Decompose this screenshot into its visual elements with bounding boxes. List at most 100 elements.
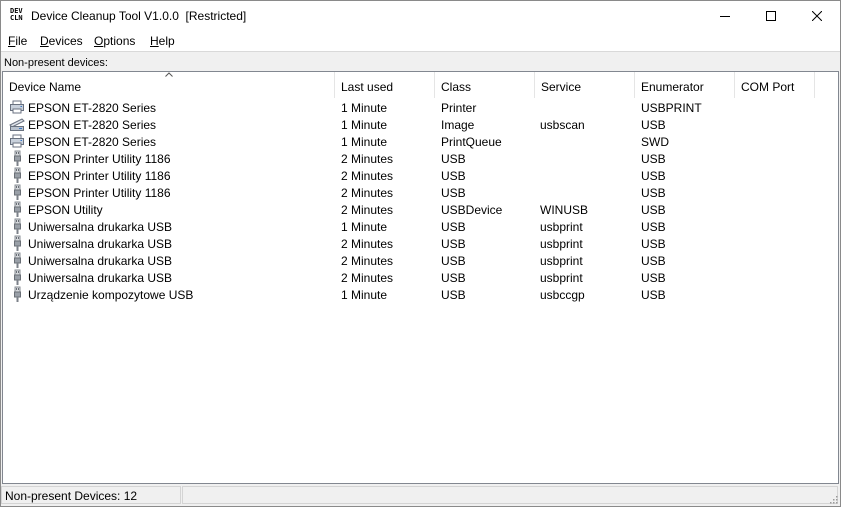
last-used-cell: 2 Minutes bbox=[341, 254, 394, 268]
menu-bar: File Devices Options Help bbox=[1, 31, 840, 52]
last-used-cell: 1 Minute bbox=[341, 135, 388, 149]
table-row[interactable]: Urządzenie kompozytowe USB 1 Minute USB usb… bbox=[3, 286, 838, 303]
last-used-cell: 2 Minutes bbox=[341, 186, 394, 200]
table-row[interactable]: EPSON ET-2820 Series 1 Minute Image usbscan… bbox=[3, 116, 838, 133]
last-used-cell: 1 Minute bbox=[341, 288, 388, 302]
enumerator-cell: USB bbox=[641, 220, 666, 234]
class-cell: USB bbox=[441, 254, 466, 268]
device-name-cell: EPSON ET-2820 Series bbox=[28, 135, 157, 149]
status-pane-count: Non-present Devices: 12 bbox=[1, 486, 181, 504]
minimize-button[interactable] bbox=[702, 1, 748, 31]
section-label: Non-present devices: bbox=[4, 57, 108, 69]
device-name-cell: EPSON Printer Utility 1186 bbox=[28, 186, 171, 200]
service-cell: usbprint bbox=[540, 237, 583, 251]
minimize-icon bbox=[720, 16, 730, 17]
table-row[interactable]: Uniwersalna drukarka USB 2 Minutes USB usbp… bbox=[3, 252, 838, 269]
table-row[interactable]: Uniwersalna drukarka USB 1 Minute USB usbpr… bbox=[3, 218, 838, 235]
column-header-last-used[interactable]: Last used bbox=[335, 72, 435, 98]
enumerator-cell: USB bbox=[641, 203, 666, 217]
enumerator-cell: USB bbox=[641, 271, 666, 285]
service-cell: usbccgp bbox=[540, 288, 585, 302]
device-list[interactable]: Device Name Last used Class Service Enum… bbox=[2, 71, 839, 484]
service-cell: WINUSB bbox=[540, 203, 588, 217]
usb-plug-icon bbox=[9, 235, 25, 251]
class-cell: USB bbox=[441, 152, 466, 166]
usb-plug-icon bbox=[9, 218, 25, 234]
class-cell: PrintQueue bbox=[441, 135, 502, 149]
class-cell: USB bbox=[441, 271, 466, 285]
menu-devices[interactable]: Devices bbox=[40, 34, 83, 48]
device-name-cell: EPSON Printer Utility 1186 bbox=[28, 169, 171, 183]
class-cell: USBDevice bbox=[441, 203, 503, 217]
title-bar[interactable]: DEV CLN Device Cleanup Tool V1.0.0 [Rest… bbox=[1, 1, 840, 31]
enumerator-cell: USB bbox=[641, 152, 666, 166]
column-header-service[interactable]: Service bbox=[535, 72, 635, 98]
table-row[interactable]: EPSON Printer Utility 1186 2 Minutes USB US… bbox=[3, 184, 838, 201]
enumerator-cell: USB bbox=[641, 186, 666, 200]
table-row[interactable]: EPSON ET-2820 Series 1 Minute PrintQueue SW… bbox=[3, 133, 838, 150]
last-used-cell: 2 Minutes bbox=[341, 237, 394, 251]
last-used-cell: 1 Minute bbox=[341, 101, 388, 115]
device-name-cell: EPSON ET-2820 Series bbox=[28, 101, 157, 115]
menu-help[interactable]: Help bbox=[150, 34, 175, 48]
last-used-cell: 2 Minutes bbox=[341, 203, 394, 217]
maximize-button[interactable] bbox=[748, 1, 794, 31]
menu-file[interactable]: File bbox=[8, 34, 27, 48]
sort-ascending-icon bbox=[165, 72, 173, 77]
printer-icon bbox=[9, 99, 25, 115]
menu-options[interactable]: Options bbox=[94, 34, 135, 48]
column-header-enumerator[interactable]: Enumerator bbox=[635, 72, 735, 98]
usb-plug-icon bbox=[9, 167, 25, 183]
enumerator-cell: USB bbox=[641, 288, 666, 302]
service-cell: usbprint bbox=[540, 254, 583, 268]
table-row[interactable]: EPSON ET-2820 Series 1 Minute Printer USBPR… bbox=[3, 99, 838, 116]
column-header-class[interactable]: Class bbox=[435, 72, 535, 98]
device-name-cell: EPSON Printer Utility 1186 bbox=[28, 152, 171, 166]
table-row[interactable]: Uniwersalna drukarka USB 2 Minutes USB usbp… bbox=[3, 235, 838, 252]
enumerator-cell: USBPRINT bbox=[641, 101, 702, 115]
device-name-cell: Urządzenie kompozytowe USB bbox=[28, 288, 194, 302]
device-name-cell: EPSON Utility bbox=[28, 203, 103, 217]
usb-plug-icon bbox=[9, 201, 25, 217]
class-cell: Printer bbox=[441, 101, 477, 115]
close-icon bbox=[812, 11, 822, 21]
list-header: Device Name Last used Class Service Enum… bbox=[3, 72, 838, 98]
table-row[interactable]: EPSON Printer Utility 1186 2 Minutes USB US… bbox=[3, 167, 838, 184]
enumerator-cell: USB bbox=[641, 237, 666, 251]
usb-plug-icon bbox=[9, 184, 25, 200]
usb-plug-icon bbox=[9, 286, 25, 302]
class-cell: USB bbox=[441, 186, 466, 200]
usb-plug-icon bbox=[9, 269, 25, 285]
enumerator-cell: SWD bbox=[641, 135, 669, 149]
table-row[interactable]: EPSON Printer Utility 1186 2 Minutes USB US… bbox=[3, 150, 838, 167]
app-window: DEV CLN Device Cleanup Tool V1.0.0 [Rest… bbox=[0, 0, 841, 507]
column-header-device-name[interactable]: Device Name bbox=[3, 72, 335, 98]
last-used-cell: 2 Minutes bbox=[341, 152, 394, 166]
app-icon-bottom: CLN bbox=[10, 14, 23, 22]
table-row[interactable]: EPSON Utility 2 Minutes USBDevice WINUSB USB bbox=[3, 201, 838, 218]
class-cell: USB bbox=[441, 288, 466, 302]
column-header-com-port[interactable]: COM Port bbox=[735, 72, 815, 98]
last-used-cell: 1 Minute bbox=[341, 220, 388, 234]
device-name-cell: Uniwersalna drukarka USB bbox=[28, 220, 173, 234]
service-cell: usbprint bbox=[540, 220, 583, 234]
usb-plug-icon bbox=[9, 150, 25, 166]
status-pane-empty bbox=[182, 486, 838, 504]
close-button[interactable] bbox=[794, 1, 840, 31]
last-used-cell: 2 Minutes bbox=[341, 271, 394, 285]
printer-icon bbox=[9, 133, 25, 149]
last-used-cell: 1 Minute bbox=[341, 118, 388, 132]
enumerator-cell: USB bbox=[641, 169, 666, 183]
class-cell: USB bbox=[441, 169, 466, 183]
last-used-cell: 2 Minutes bbox=[341, 169, 394, 183]
usb-plug-icon bbox=[9, 252, 25, 268]
device-name-cell: EPSON ET-2820 Series bbox=[28, 118, 157, 132]
class-cell: USB bbox=[441, 237, 466, 251]
device-name-cell: Uniwersalna drukarka USB bbox=[28, 254, 173, 268]
status-device-count: Non-present Devices: 12 bbox=[5, 489, 138, 503]
resize-grip-icon[interactable] bbox=[828, 494, 838, 504]
maximize-icon bbox=[766, 11, 776, 21]
table-row[interactable]: Uniwersalna drukarka USB 2 Minutes USB usbp… bbox=[3, 269, 838, 286]
window-title: Device Cleanup Tool V1.0.0 [Restricted] bbox=[31, 9, 247, 23]
enumerator-cell: USB bbox=[641, 118, 666, 132]
